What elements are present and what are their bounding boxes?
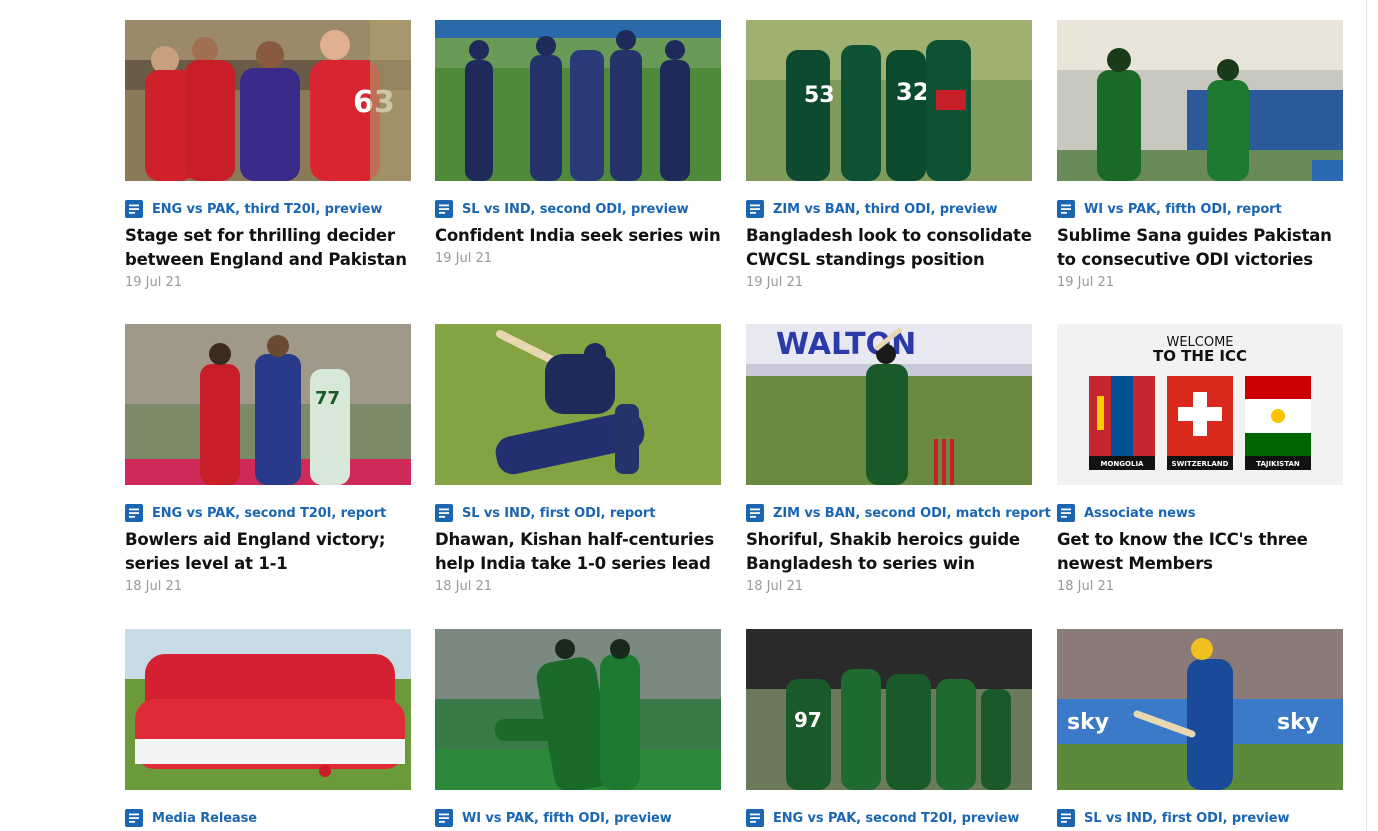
article-icon [125,504,143,522]
article-image[interactable] [125,629,411,790]
article-icon [746,200,764,218]
article-icon [1057,504,1075,522]
graphic-title-line2: TO THE ICC [1153,347,1247,365]
article-icon [746,809,764,827]
article-icon [435,200,453,218]
article-image[interactable]: 63 [125,20,411,181]
article-date: 18 Jul 21 [435,579,493,594]
news-card[interactable]: WELCOME TO THE ICC MONGOLIA SWITZERLAND … [1057,324,1343,594]
article-date: 18 Jul 21 [746,579,804,594]
article-tag[interactable]: ZIM vs BAN, third ODI, preview [773,202,997,217]
news-card[interactable]: SL vs IND, first ODI, report Dhawan, Kis… [435,324,721,594]
article-date: 19 Jul 21 [435,251,493,266]
article-headline[interactable]: Stage set for thrilling decider between … [125,224,411,272]
article-tag[interactable]: SL vs IND, second ODI, preview [462,202,689,217]
article-image[interactable]: sky sky [1057,629,1343,790]
news-card[interactable]: 53 32 ZIM vs BAN, third ODI, preview Ban… [746,20,1032,290]
article-icon [1057,200,1075,218]
page-edge-divider [1366,0,1367,831]
article-date: 19 Jul 21 [125,275,183,290]
article-icon [125,809,143,827]
article-icon [435,504,453,522]
article-image[interactable] [435,324,721,485]
svg-text:97: 97 [794,708,822,732]
news-card[interactable]: SL vs IND, second ODI, preview Confident… [435,20,721,266]
article-icon [1057,809,1075,827]
article-date: 18 Jul 21 [1057,579,1115,594]
article-headline[interactable]: Confident India seek series win [435,224,721,248]
article-tag[interactable]: Associate news [1084,506,1195,521]
flag-label-switzerland: SWITZERLAND [1172,460,1229,468]
article-image[interactable]: 53 32 [746,20,1032,181]
article-icon [125,200,143,218]
news-card[interactable]: WI vs PAK, fifth ODI, report Sublime San… [1057,20,1343,290]
article-tag[interactable]: WI vs PAK, fifth ODI, preview [462,811,672,826]
article-headline[interactable]: Get to know the ICC's three newest Membe… [1057,528,1343,576]
article-image[interactable] [435,629,721,790]
article-tag[interactable]: SL vs IND, first ODI, preview [1084,811,1290,826]
article-headline[interactable]: Bangladesh look to consolidate CWCSL sta… [746,224,1032,272]
article-image[interactable]: WALTON [746,324,1032,485]
article-headline[interactable]: Dhawan, Kishan half-centuries help India… [435,528,721,576]
article-headline[interactable]: Bowlers aid England victory; series leve… [125,528,411,576]
article-icon [746,504,764,522]
news-card[interactable]: 63 ENG vs PAK, third T20I, preview Stage… [125,20,411,290]
article-image[interactable]: WELCOME TO THE ICC MONGOLIA SWITZERLAND … [1057,324,1343,485]
flag-label-tajikistan: TAJIKISTAN [1256,460,1300,468]
svg-text:sky: sky [1067,710,1109,735]
article-image[interactable]: 97 [746,629,1032,790]
news-card[interactable]: Media Release [125,629,411,827]
article-tag[interactable]: ENG vs PAK, third T20I, preview [152,202,382,217]
article-date: 18 Jul 21 [125,579,183,594]
svg-text:sky: sky [1277,710,1319,735]
news-card[interactable]: 97 ENG vs PAK, second T20I, preview [746,629,1032,827]
article-icon [435,809,453,827]
article-headline[interactable]: Shoriful, Shakib heroics guide Banglades… [746,528,1032,576]
news-card[interactable]: WI vs PAK, fifth ODI, preview [435,629,721,827]
article-image[interactable]: 77 [125,324,411,485]
article-headline[interactable]: Sublime Sana guides Pakistan to consecut… [1057,224,1343,272]
article-tag[interactable]: SL vs IND, first ODI, report [462,506,655,521]
news-card[interactable]: 77 ENG vs PAK, second T20I, report Bowle… [125,324,411,594]
news-card[interactable]: WALTON ZIM vs BAN, second ODI, match rep… [746,324,1051,594]
article-image[interactable] [435,20,721,181]
article-tag[interactable]: ZIM vs BAN, second ODI, match report [773,506,1051,521]
news-card[interactable]: sky sky SL vs IND, first ODI, preview [1057,629,1343,827]
article-tag[interactable]: ENG vs PAK, second T20I, preview [773,811,1019,826]
article-date: 19 Jul 21 [746,275,804,290]
svg-text:77: 77 [315,388,340,409]
svg-text:32: 32 [896,78,929,106]
article-image[interactable] [1057,20,1343,181]
flag-label-mongolia: MONGOLIA [1101,460,1145,468]
article-tag[interactable]: WI vs PAK, fifth ODI, report [1084,202,1282,217]
svg-text:53: 53 [804,83,835,108]
article-tag[interactable]: ENG vs PAK, second T20I, report [152,506,386,521]
article-tag[interactable]: Media Release [152,811,257,826]
article-date: 19 Jul 21 [1057,275,1115,290]
